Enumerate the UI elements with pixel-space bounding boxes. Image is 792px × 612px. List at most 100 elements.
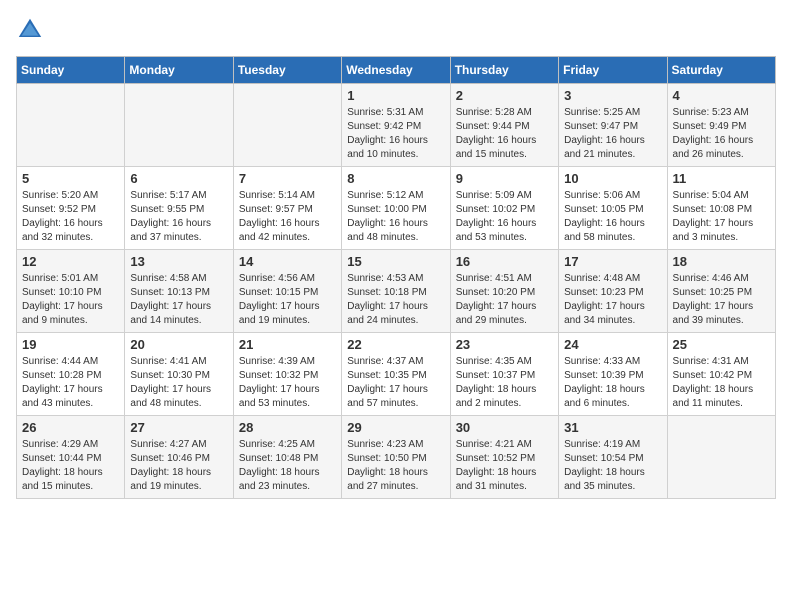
day-info: Sunrise: 5:23 AM Sunset: 9:49 PM Dayligh…: [673, 106, 770, 162]
day-info: Sunrise: 5:12 AM Sunset: 10:00 PM Daylig…: [347, 189, 444, 245]
day-number: 1: [347, 88, 444, 103]
week-row-2: 5 Sunrise: 5:20 AM Sunset: 9:52 PM Daylig…: [17, 167, 776, 250]
day-number: 13: [130, 254, 227, 269]
day-cell-18: 18 Sunrise: 4:46 AM Sunset: 10:25 PM Dayl…: [667, 250, 775, 333]
day-number: 26: [22, 420, 119, 435]
day-cell-10: 10 Sunrise: 5:06 AM Sunset: 10:05 PM Dayl…: [559, 167, 667, 250]
day-info: Sunrise: 5:31 AM Sunset: 9:42 PM Dayligh…: [347, 106, 444, 162]
day-info: Sunrise: 4:51 AM Sunset: 10:20 PM Daylig…: [456, 272, 553, 328]
day-header-monday: Monday: [125, 57, 233, 84]
day-number: 23: [456, 337, 553, 352]
day-number: 5: [22, 171, 119, 186]
day-info: Sunrise: 5:25 AM Sunset: 9:47 PM Dayligh…: [564, 106, 661, 162]
week-row-1: 1 Sunrise: 5:31 AM Sunset: 9:42 PM Daylig…: [17, 84, 776, 167]
day-number: 7: [239, 171, 336, 186]
logo: [16, 16, 48, 44]
day-number: 20: [130, 337, 227, 352]
day-number: 12: [22, 254, 119, 269]
day-info: Sunrise: 4:23 AM Sunset: 10:50 PM Daylig…: [347, 438, 444, 494]
day-cell-24: 24 Sunrise: 4:33 AM Sunset: 10:39 PM Dayl…: [559, 333, 667, 416]
day-cell-12: 12 Sunrise: 5:01 AM Sunset: 10:10 PM Dayl…: [17, 250, 125, 333]
day-cell-13: 13 Sunrise: 4:58 AM Sunset: 10:13 PM Dayl…: [125, 250, 233, 333]
day-number: 31: [564, 420, 661, 435]
day-info: Sunrise: 5:04 AM Sunset: 10:08 PM Daylig…: [673, 189, 770, 245]
day-cell-1: 1 Sunrise: 5:31 AM Sunset: 9:42 PM Daylig…: [342, 84, 450, 167]
day-info: Sunrise: 4:35 AM Sunset: 10:37 PM Daylig…: [456, 355, 553, 411]
day-info: Sunrise: 4:29 AM Sunset: 10:44 PM Daylig…: [22, 438, 119, 494]
week-row-5: 26 Sunrise: 4:29 AM Sunset: 10:44 PM Dayl…: [17, 416, 776, 499]
day-cell-29: 29 Sunrise: 4:23 AM Sunset: 10:50 PM Dayl…: [342, 416, 450, 499]
empty-cell: [667, 416, 775, 499]
empty-cell: [125, 84, 233, 167]
day-info: Sunrise: 4:56 AM Sunset: 10:15 PM Daylig…: [239, 272, 336, 328]
day-number: 16: [456, 254, 553, 269]
day-cell-15: 15Sunrise: 4:53 AM Sunset: 10:18 PM Dayl…: [342, 250, 450, 333]
calendar-table: SundayMondayTuesdayWednesdayThursdayFrid…: [16, 56, 776, 499]
day-cell-28: 28Sunrise: 4:25 AM Sunset: 10:48 PM Dayl…: [233, 416, 341, 499]
day-number: 10: [564, 171, 661, 186]
day-cell-19: 19 Sunrise: 4:44 AM Sunset: 10:28 PM Dayl…: [17, 333, 125, 416]
day-number: 4: [673, 88, 770, 103]
day-cell-20: 20 Sunrise: 4:41 AM Sunset: 10:30 PM Dayl…: [125, 333, 233, 416]
day-cell-8: 8 Sunrise: 5:12 AM Sunset: 10:00 PM Dayli…: [342, 167, 450, 250]
day-info: Sunrise: 4:46 AM Sunset: 10:25 PM Daylig…: [673, 272, 770, 328]
day-info: Sunrise: 4:27 AM Sunset: 10:46 PM Daylig…: [130, 438, 227, 494]
day-number: 30: [456, 420, 553, 435]
day-number: 6: [130, 171, 227, 186]
week-row-3: 12 Sunrise: 5:01 AM Sunset: 10:10 PM Dayl…: [17, 250, 776, 333]
day-number: 19: [22, 337, 119, 352]
day-info: Sunrise: 5:17 AM Sunset: 9:55 PM Dayligh…: [130, 189, 227, 245]
day-number: 29: [347, 420, 444, 435]
day-info: Sunrise: 5:01 AM Sunset: 10:10 PM Daylig…: [22, 272, 119, 328]
day-number: 21: [239, 337, 336, 352]
day-cell-25: 25Sunrise: 4:31 AM Sunset: 10:42 PM Dayl…: [667, 333, 775, 416]
day-cell-21: 21 Sunrise: 4:39 AM Sunset: 10:32 PM Dayl…: [233, 333, 341, 416]
day-info: Sunrise: 5:28 AM Sunset: 9:44 PM Dayligh…: [456, 106, 553, 162]
day-header-friday: Friday: [559, 57, 667, 84]
week-row-4: 19 Sunrise: 4:44 AM Sunset: 10:28 PM Dayl…: [17, 333, 776, 416]
day-cell-31: 31 Sunrise: 4:19 AM Sunset: 10:54 PM Dayl…: [559, 416, 667, 499]
day-info: Sunrise: 5:20 AM Sunset: 9:52 PM Dayligh…: [22, 189, 119, 245]
day-cell-6: 6 Sunrise: 5:17 AM Sunset: 9:55 PM Daylig…: [125, 167, 233, 250]
day-cell-3: 3 Sunrise: 5:25 AM Sunset: 9:47 PM Daylig…: [559, 84, 667, 167]
day-info: Sunrise: 4:21 AM Sunset: 10:52 PM Daylig…: [456, 438, 553, 494]
day-number: 25: [673, 337, 770, 352]
days-header-row: SundayMondayTuesdayWednesdayThursdayFrid…: [17, 57, 776, 84]
day-number: 3: [564, 88, 661, 103]
day-info: Sunrise: 4:19 AM Sunset: 10:54 PM Daylig…: [564, 438, 661, 494]
day-info: Sunrise: 5:06 AM Sunset: 10:05 PM Daylig…: [564, 189, 661, 245]
day-cell-14: 14 Sunrise: 4:56 AM Sunset: 10:15 PM Dayl…: [233, 250, 341, 333]
day-cell-11: 11 Sunrise: 5:04 AM Sunset: 10:08 PM Dayl…: [667, 167, 775, 250]
day-cell-30: 30 Sunrise: 4:21 AM Sunset: 10:52 PM Dayl…: [450, 416, 558, 499]
day-number: 11: [673, 171, 770, 186]
day-header-thursday: Thursday: [450, 57, 558, 84]
day-cell-2: 2 Sunrise: 5:28 AM Sunset: 9:44 PM Daylig…: [450, 84, 558, 167]
day-header-sunday: Sunday: [17, 57, 125, 84]
day-cell-16: 16 Sunrise: 4:51 AM Sunset: 10:20 PM Dayl…: [450, 250, 558, 333]
day-cell-22: 22 Sunrise: 4:37 AM Sunset: 10:35 PM Dayl…: [342, 333, 450, 416]
day-info: Sunrise: 4:58 AM Sunset: 10:13 PM Daylig…: [130, 272, 227, 328]
day-info: Sunrise: 4:53 AM Sunset: 10:18 PM Daylig…: [347, 272, 444, 328]
day-number: 22: [347, 337, 444, 352]
day-info: Sunrise: 5:14 AM Sunset: 9:57 PM Dayligh…: [239, 189, 336, 245]
day-cell-26: 26 Sunrise: 4:29 AM Sunset: 10:44 PM Dayl…: [17, 416, 125, 499]
day-number: 8: [347, 171, 444, 186]
day-info: Sunrise: 4:39 AM Sunset: 10:32 PM Daylig…: [239, 355, 336, 411]
day-info: Sunrise: 4:33 AM Sunset: 10:39 PM Daylig…: [564, 355, 661, 411]
day-number: 17: [564, 254, 661, 269]
day-info: Sunrise: 4:44 AM Sunset: 10:28 PM Daylig…: [22, 355, 119, 411]
day-number: 14: [239, 254, 336, 269]
page-header: [16, 16, 776, 44]
day-cell-4: 4 Sunrise: 5:23 AM Sunset: 9:49 PM Daylig…: [667, 84, 775, 167]
day-number: 2: [456, 88, 553, 103]
day-number: 18: [673, 254, 770, 269]
day-cell-5: 5 Sunrise: 5:20 AM Sunset: 9:52 PM Daylig…: [17, 167, 125, 250]
day-cell-23: 23 Sunrise: 4:35 AM Sunset: 10:37 PM Dayl…: [450, 333, 558, 416]
day-number: 24: [564, 337, 661, 352]
day-cell-17: 17Sunrise: 4:48 AM Sunset: 10:23 PM Dayl…: [559, 250, 667, 333]
day-header-tuesday: Tuesday: [233, 57, 341, 84]
logo-icon: [16, 16, 44, 44]
day-cell-7: 7 Sunrise: 5:14 AM Sunset: 9:57 PM Daylig…: [233, 167, 341, 250]
day-info: Sunrise: 4:41 AM Sunset: 10:30 PM Daylig…: [130, 355, 227, 411]
day-info: Sunrise: 4:37 AM Sunset: 10:35 PM Daylig…: [347, 355, 444, 411]
